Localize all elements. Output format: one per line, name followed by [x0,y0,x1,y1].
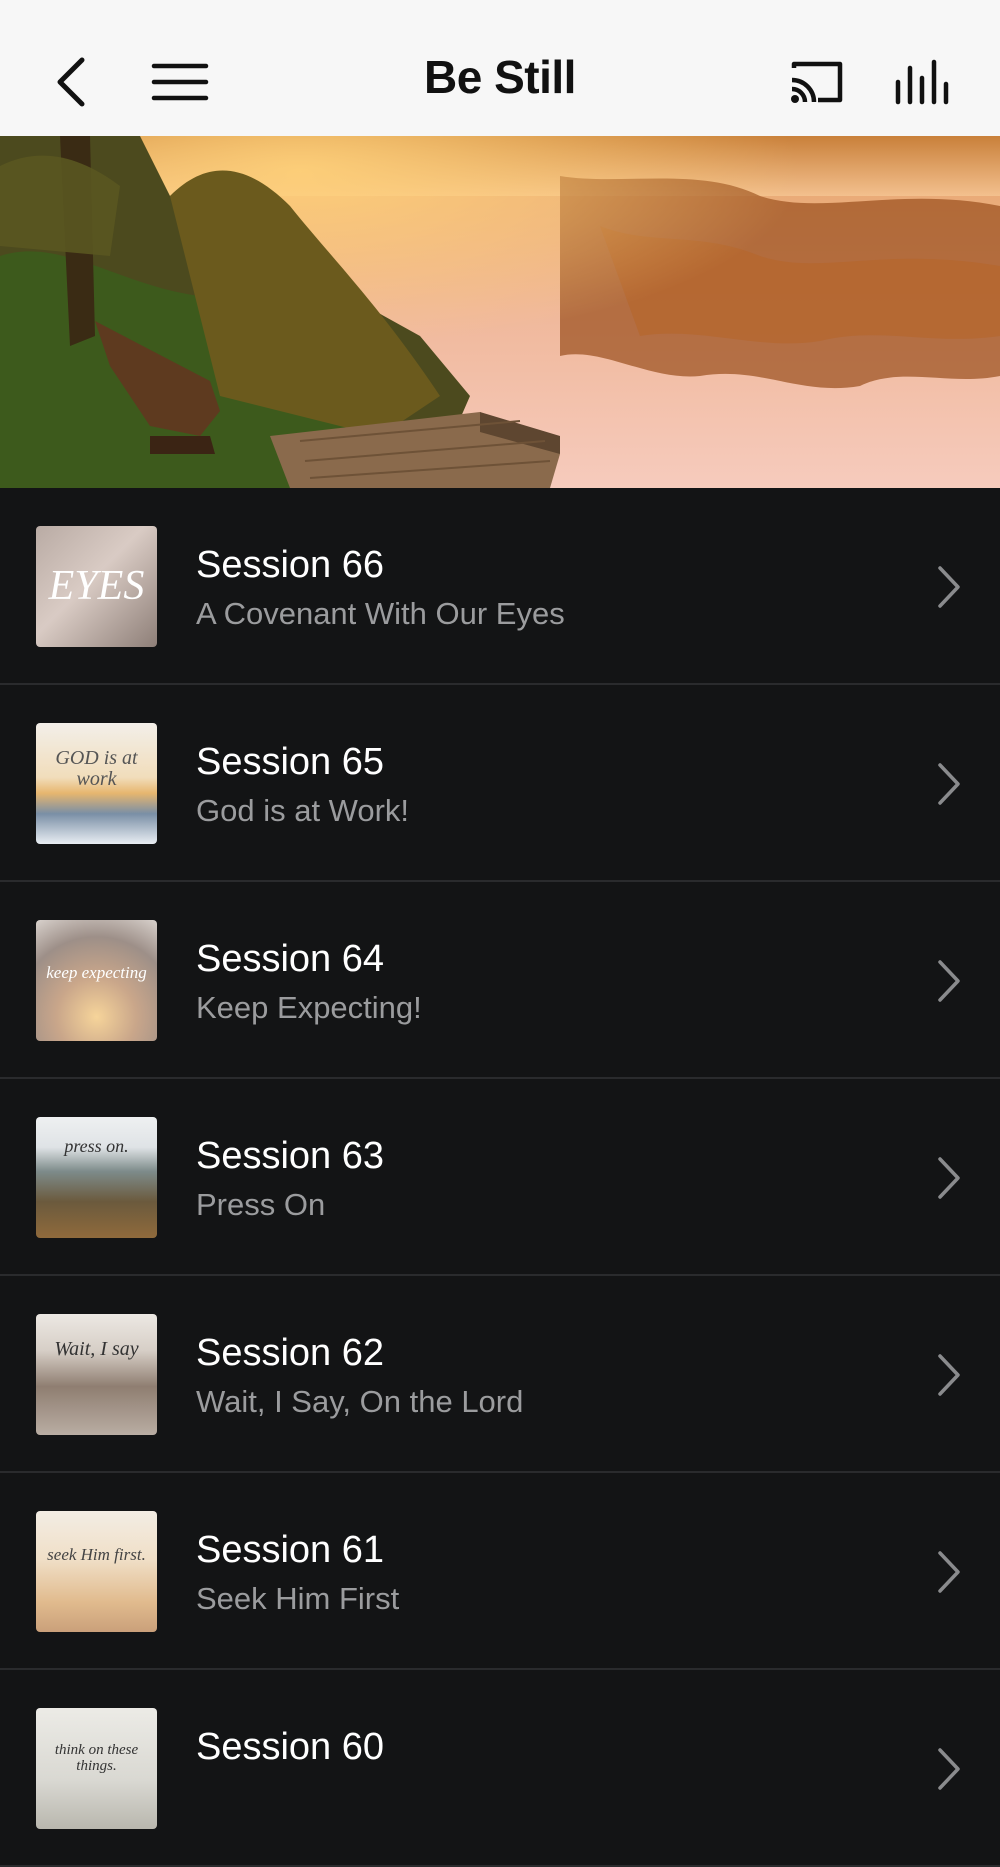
session-list: EYES Session 66 A Covenant With Our Eyes… [0,488,1000,1867]
thumbnail-caption: seek Him first. [47,1544,146,1564]
session-title: Session 60 [196,1726,385,1768]
thumbnail-caption: EYES [48,563,145,610]
session-title: Session 66 [196,544,385,586]
thumbnail-caption: Wait, I say [54,1338,139,1360]
session-row-61[interactable]: seek Him first. Session 61 Seek Him Firs… [0,1473,1000,1670]
session-title: Session 64 [196,938,385,980]
session-subtitle: God is at Work! [196,793,410,828]
chevron-right-icon [938,1748,960,1790]
session-title: Session 65 [196,741,385,783]
session-title: Session 61 [196,1529,385,1571]
session-row-63[interactable]: press on. Session 63 Press On [0,1079,1000,1276]
page-title: Be Still [424,51,576,103]
session-subtitle: Keep Expecting! [196,990,422,1025]
thumbnail-caption: keep expecting [46,962,147,982]
chevron-right-icon [938,763,960,805]
cast-icon[interactable] [788,58,846,106]
session-thumbnail: press on. [36,1117,157,1238]
session-thumbnail: keep expecting [36,920,157,1041]
chevron-right-icon [938,960,960,1002]
session-title: Session 63 [196,1135,385,1177]
thumbnail-caption: think on these things. [54,1741,139,1774]
session-row-62[interactable]: Wait, I say Session 62 Wait, I Say, On t… [0,1276,1000,1473]
chevron-right-icon [938,566,960,608]
top-navigation-bar: Be Still [0,0,1000,136]
session-thumbnail: seek Him first. [36,1511,157,1632]
hero-image [0,136,1000,488]
session-row-60[interactable]: think on these things. Session 60 [0,1670,1000,1867]
chevron-right-icon [938,1551,960,1593]
session-title: Session 62 [196,1332,385,1374]
thumbnail-caption: press on. [64,1136,129,1157]
session-thumbnail: EYES [36,526,157,647]
thumbnail-caption: GOD is at work [55,746,138,790]
session-thumbnail: Wait, I say [36,1314,157,1435]
session-row-64[interactable]: keep expecting Session 64 Keep Expecting… [0,882,1000,1079]
session-subtitle: Seek Him First [196,1581,400,1616]
session-subtitle: Wait, I Say, On the Lord [196,1384,524,1419]
session-subtitle: Press On [196,1187,326,1222]
session-thumbnail: GOD is at work [36,723,157,844]
session-row-66[interactable]: EYES Session 66 A Covenant With Our Eyes [0,488,1000,685]
equalizer-icon[interactable] [894,58,954,106]
session-thumbnail: think on these things. [36,1708,157,1829]
session-subtitle: A Covenant With Our Eyes [196,596,565,631]
chevron-right-icon [938,1354,960,1396]
session-row-65[interactable]: GOD is at work Session 65 God is at Work… [0,685,1000,882]
chevron-right-icon [938,1157,960,1199]
